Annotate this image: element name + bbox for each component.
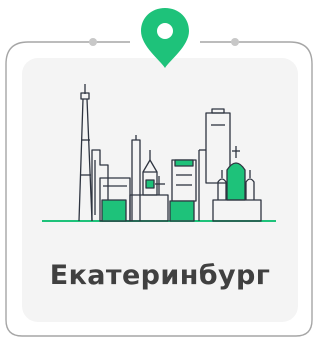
city-name: Екатеринбург bbox=[49, 260, 271, 291]
city-badge: Екатеринбург bbox=[0, 0, 318, 341]
frame-dot-right bbox=[231, 38, 239, 46]
frame-dot-left bbox=[89, 38, 97, 46]
